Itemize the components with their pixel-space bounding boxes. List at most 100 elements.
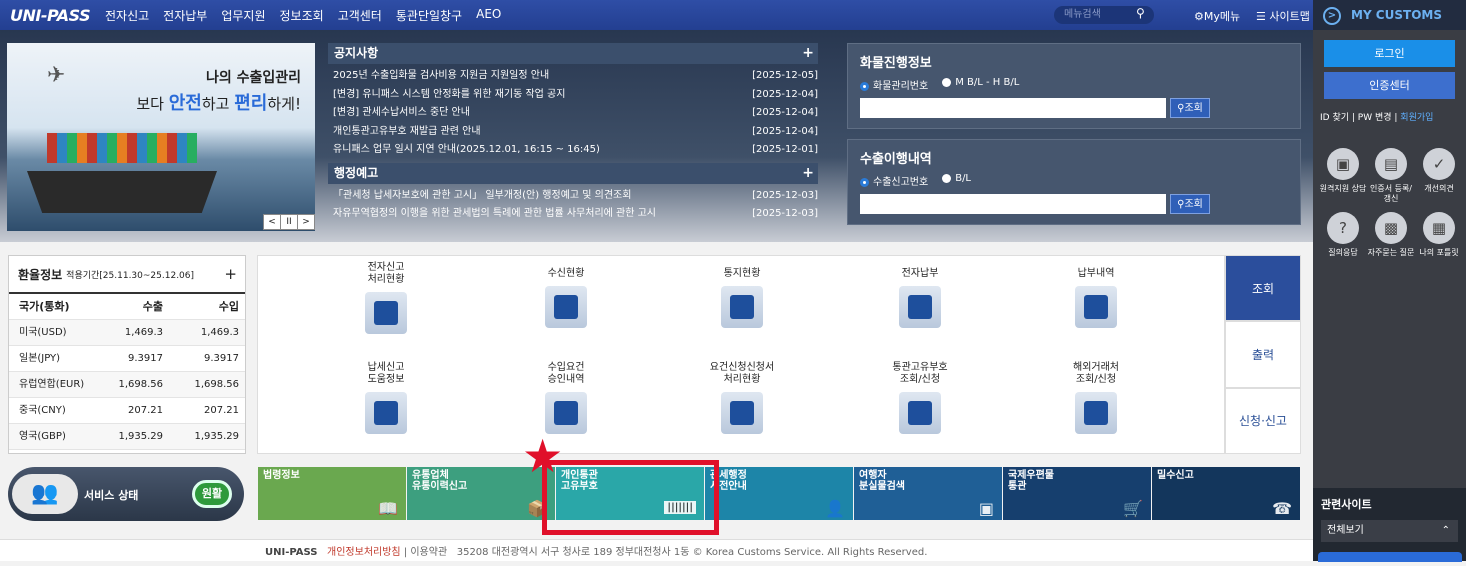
document-icon bbox=[721, 286, 763, 328]
radio-bl[interactable]: B/L bbox=[942, 173, 971, 188]
related-sites: 관련사이트 전체보기 ⌃ bbox=[1313, 488, 1466, 562]
service-grid: 전자신고 처리현황 수신현황 통지현황 전자납부 납부내역 납세신고 도움정보 수입… bbox=[257, 255, 1225, 454]
notice-item[interactable]: [변경] 유니패스 시스템 안정화를 위한 재기동 작업 공지 [2025-12-… bbox=[328, 86, 818, 105]
menu-item[interactable]: 전자납부 bbox=[163, 7, 207, 24]
airplane-icon: ✈ bbox=[47, 63, 66, 88]
tile-smuggling-report[interactable]: 밀수신고 ☎ bbox=[1152, 467, 1300, 520]
service-overseas-partner[interactable]: 해외거래처 조회/신청 bbox=[1036, 362, 1156, 434]
service-tax-help[interactable]: 납세신고 도움정보 bbox=[326, 362, 446, 434]
pause-button[interactable]: II bbox=[281, 215, 298, 229]
search-icon[interactable]: ⚲ bbox=[1136, 6, 1145, 20]
id-find-link[interactable]: ID 찾기 bbox=[1320, 113, 1349, 123]
cargo-title: 화물진행정보 bbox=[860, 56, 932, 71]
calculator-icon bbox=[1075, 286, 1117, 328]
book-icon: 📖 bbox=[378, 499, 398, 518]
account-links: ID 찾기 | PW 변경 | 회원가입 bbox=[1320, 113, 1434, 123]
cargo-input[interactable] bbox=[860, 98, 1166, 118]
percent-icon bbox=[721, 392, 763, 434]
my-menu-link[interactable]: ⚙My메뉴 bbox=[1194, 8, 1240, 24]
service-edoc-status[interactable]: 전자신고 처리현황 bbox=[326, 262, 446, 334]
notice-item[interactable]: 개인통관고유부호 재발급 관련 안내 [2025-12-04] bbox=[328, 123, 818, 142]
admin-notice-item[interactable]: 「관세청 납세자보호에 관한 고시」 일부개정(안) 행정예고 및 의견조회 [2… bbox=[328, 187, 818, 206]
more-plus-icon[interactable]: + bbox=[802, 43, 814, 64]
service-requirement-status[interactable]: 요건신청신청서 처리현황 bbox=[682, 362, 802, 434]
table-row: 일본(JPY) 9.3917 9.3917 bbox=[9, 346, 245, 372]
radio-export-no[interactable]: 수출신고번호 bbox=[860, 173, 928, 188]
export-input[interactable] bbox=[860, 194, 1166, 214]
tab-lookup[interactable]: 조회 bbox=[1225, 255, 1301, 322]
service-customs-code[interactable]: 통관고유부호 조회/신청 bbox=[860, 362, 980, 434]
admin-notice-header: 행정예고 + bbox=[328, 162, 818, 184]
notice-item[interactable]: 유니패스 업무 일시 지연 안내(2025.12.01, 16:15 ~ 16:… bbox=[328, 141, 818, 160]
my-customs-header[interactable]: > MY CUSTOMS bbox=[1313, 0, 1466, 30]
phone-24h-icon: ☎ bbox=[1272, 499, 1292, 518]
login-button[interactable]: 로그인 bbox=[1324, 40, 1455, 67]
menu-item[interactable]: 전자신고 bbox=[105, 7, 149, 24]
notice-panel: 공지사항 + 2025년 수출입화물 검사비용 지원금 지원일정 안내 [2025-… bbox=[328, 43, 818, 227]
hamburger-icon: ☰ bbox=[1256, 10, 1270, 23]
notice-header: 공지사항 + bbox=[328, 43, 818, 64]
related-select[interactable]: 전체보기 ⌃ bbox=[1321, 520, 1458, 542]
prev-button[interactable]: < bbox=[264, 215, 281, 229]
notice-item[interactable]: [변경] 관세수납서비스 중단 안내 [2025-12-04] bbox=[328, 104, 818, 123]
footer: UNI-PASS 개인정보처리방침 | 이용약관 35208 대전광역시 서구 … bbox=[0, 539, 1313, 561]
tile-intl-mail[interactable]: 국제우편물 통관 🛒 bbox=[1003, 467, 1151, 520]
cart-icon: 🛒 bbox=[1123, 499, 1143, 518]
privacy-link[interactable]: 개인정보처리방침 bbox=[327, 547, 401, 558]
radio-mbl[interactable]: M B/L - H B/L bbox=[942, 77, 1019, 92]
more-plus-icon[interactable]: + bbox=[802, 163, 814, 184]
more-plus-icon[interactable]: + bbox=[224, 265, 237, 283]
tile-lost-items[interactable]: 여행자 분실물검색 ▣ bbox=[854, 467, 1002, 520]
radio-cargo-no[interactable]: 화물관리번호 bbox=[860, 77, 928, 92]
pw-change-link[interactable]: PW 변경 bbox=[1358, 113, 1392, 123]
notice-item[interactable]: 2025년 수출입화물 검사비용 지원금 지원일정 안내 [2025-12-05] bbox=[328, 67, 818, 86]
banner-controls: < II > bbox=[263, 214, 315, 230]
menu-item[interactable]: 정보조회 bbox=[280, 7, 324, 24]
improvement[interactable]: ✓ 개선의견 bbox=[1415, 148, 1463, 212]
admin-notice-item[interactable]: 자유무역협정의 이행을 위한 관세법의 특례에 관한 법률 사무처리에 관한 고… bbox=[328, 205, 818, 224]
faq[interactable]: ▩ 자주묻는 질문 bbox=[1367, 212, 1415, 276]
tile-law-info[interactable]: 법령정보 📖 bbox=[258, 467, 406, 520]
service-epayment[interactable]: 전자납부 bbox=[860, 268, 980, 328]
next-button[interactable]: > bbox=[298, 215, 315, 229]
main-banner[interactable]: ✈ 나의 수출입관리 보다 안전하고 편리하게! < II > bbox=[7, 43, 315, 231]
terms-link[interactable]: 이용약관 bbox=[410, 547, 447, 558]
my-portlet[interactable]: ▦ 나의 포틀릿 bbox=[1415, 212, 1463, 276]
join-link[interactable]: 회원가입 bbox=[1400, 113, 1433, 123]
qna-icon: ? bbox=[1327, 212, 1359, 244]
related-title: 관련사이트 bbox=[1321, 498, 1372, 511]
fx-column-headers: 국가(통화) 수출 수입 bbox=[9, 294, 245, 320]
cert-center-button[interactable]: 인증센터 bbox=[1324, 72, 1455, 99]
bar-chart-icon bbox=[365, 292, 407, 334]
menu-item[interactable]: AEO bbox=[476, 7, 501, 24]
service-payment-history[interactable]: 납부내역 bbox=[1036, 268, 1156, 328]
chat-check-icon: ✓ bbox=[1423, 148, 1455, 180]
tab-apply[interactable]: 신청·신고 bbox=[1225, 387, 1301, 454]
qna[interactable]: ? 질의응답 bbox=[1319, 212, 1367, 276]
certificate-icon: ▤ bbox=[1375, 148, 1407, 180]
service-receive-status[interactable]: 수신현황 bbox=[506, 268, 626, 328]
unipass-logo[interactable]: UNI-PASS bbox=[10, 6, 105, 25]
menu-item[interactable]: 통관단일창구 bbox=[396, 7, 462, 24]
service-status: 👥 서비스 상태 원활 bbox=[8, 467, 244, 521]
service-notice-status[interactable]: 통지현황 bbox=[682, 268, 802, 328]
export-title: 수출이행내역 bbox=[860, 152, 932, 167]
quick-tiles: 법령정보 📖 유통업체 유통이력신고 📦 개인통관 고유부호 ||||||| 관세행정 서전… bbox=[258, 467, 1301, 520]
faq-icon: ▩ bbox=[1375, 212, 1407, 244]
footer-logo: UNI-PASS bbox=[265, 547, 318, 558]
service-import-approval[interactable]: 수입요건 승인내역 bbox=[506, 362, 626, 434]
cargo-search-button[interactable]: ⚲조회 bbox=[1170, 98, 1210, 118]
cert-register[interactable]: ▤ 인증서 등록/갱신 bbox=[1367, 148, 1415, 212]
banner-line2: 보다 안전하고 편리하게! bbox=[136, 93, 301, 114]
export-search-button[interactable]: ⚲조회 bbox=[1170, 194, 1210, 214]
menu-item[interactable]: 업무지원 bbox=[221, 7, 265, 24]
exchange-rate-panel: 환율정보 적용기간[25.11.30~25.12.06] + 국가(통화) 수출 수입 … bbox=[8, 255, 246, 454]
sitemap-link[interactable]: ☰ 사이트맵 bbox=[1256, 8, 1310, 24]
menu-item[interactable]: 고객센터 bbox=[338, 7, 382, 24]
help-book-icon bbox=[365, 392, 407, 434]
tile-customs-admin[interactable]: 관세행정 서전안내 👤 bbox=[705, 467, 853, 520]
remote-support[interactable]: ▣ 원격지원 상담 bbox=[1319, 148, 1367, 212]
status-badge: 원활 bbox=[192, 480, 232, 508]
tab-print[interactable]: 출력 bbox=[1225, 321, 1301, 388]
chevron-right-icon: > bbox=[1323, 6, 1341, 25]
